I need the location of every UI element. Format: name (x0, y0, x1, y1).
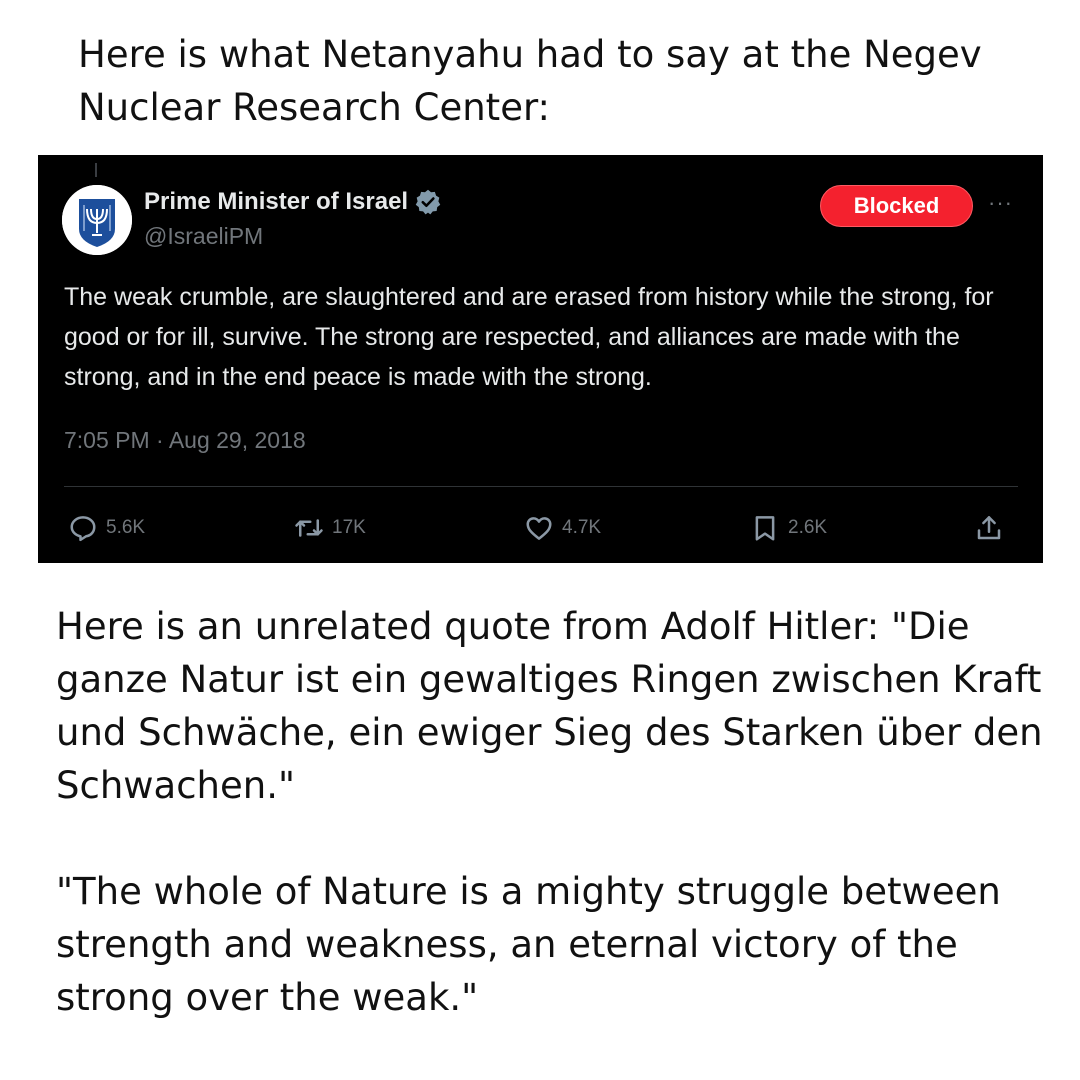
intro-caption: Here is what Netanyahu had to say at the… (78, 33, 982, 129)
reply-count: 5.6K (106, 517, 146, 538)
more-options-icon[interactable]: ··· (988, 191, 1018, 215)
share-action[interactable] (974, 511, 1004, 545)
author-handle[interactable]: @IsraeliPM (144, 223, 263, 250)
repost-action[interactable]: 17K (294, 511, 366, 545)
author-name[interactable]: Prime Minister of Israel (144, 188, 408, 216)
quote-translation: "The whole of Nature is a mighty struggl… (56, 870, 1001, 1019)
bookmark-icon (755, 516, 775, 541)
blocked-button[interactable]: Blocked (820, 185, 973, 227)
like-action[interactable]: 4.7K (524, 511, 601, 545)
hitler-quote: Here is an unrelated quote from Adolf Hi… (56, 605, 1043, 807)
divider (64, 486, 1018, 487)
embedded-tweet[interactable]: Prime Minister of Israel @IsraeliPM Bloc… (38, 155, 1043, 563)
share-icon (977, 516, 1001, 540)
heart-icon (526, 517, 552, 540)
tweet-text: The weak crumble, are slaughtered and ar… (64, 283, 994, 391)
reply-action[interactable]: 5.6K (68, 511, 145, 545)
thread-line (95, 163, 97, 177)
like-count: 4.7K (562, 517, 602, 538)
repost-icon (295, 519, 323, 537)
verified-badge-icon (415, 189, 441, 215)
quote-section: Here is an unrelated quote from Adolf Hi… (56, 600, 1046, 1024)
bookmark-count: 2.6K (788, 517, 828, 538)
bookmark-action[interactable]: 2.6K (750, 511, 827, 545)
repost-count: 17K (332, 517, 366, 538)
menorah-emblem-icon (62, 185, 132, 255)
reply-icon (70, 516, 96, 542)
avatar[interactable] (62, 185, 132, 255)
author-name-row[interactable]: Prime Minister of Israel (144, 188, 442, 216)
tweet-timestamp[interactable]: 7:05 PM · Aug 29, 2018 (64, 427, 306, 454)
